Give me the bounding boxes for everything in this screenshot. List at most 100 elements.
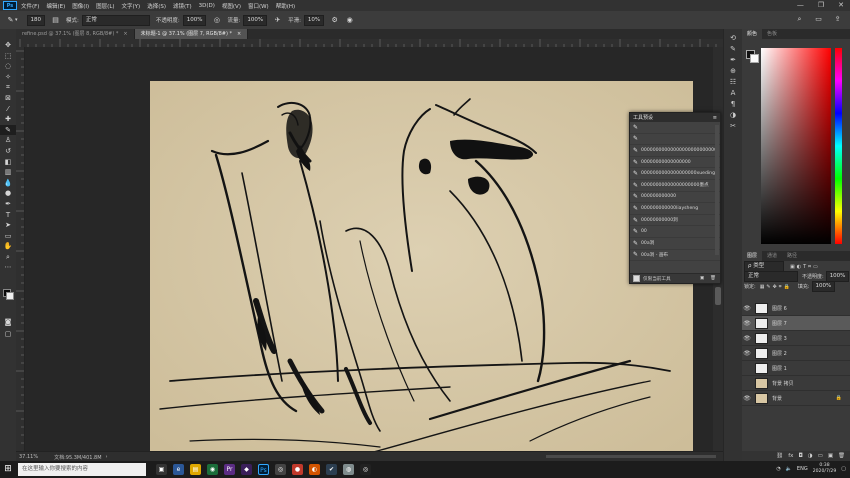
preset-item[interactable]: ✎ 00a洞 <box>630 238 720 250</box>
gear-icon[interactable]: ⚙ <box>330 16 339 25</box>
tab-refine[interactable]: refine.psd @ 37.1% (图层 8, RGB/8#) * × <box>16 29 135 39</box>
preset-item[interactable]: ✎ 00000000000000000000000000 <box>630 145 720 157</box>
opacity-field[interactable]: 100% <box>182 14 207 26</box>
wechat-app-icon[interactable]: ◉ <box>207 464 218 475</box>
app-icon[interactable]: ● <box>292 464 303 475</box>
clone-source-icon[interactable]: ⊕ <box>724 66 742 77</box>
pressure-size-icon[interactable]: ◉ <box>345 16 354 25</box>
horizontal-scrollbar[interactable] <box>546 455 716 458</box>
shape-tool-icon[interactable]: ▭ <box>0 231 16 242</box>
panel-menu-icon[interactable]: ≡ <box>713 115 717 121</box>
menu-file[interactable]: 文件(F) <box>21 2 39 10</box>
preset-item[interactable]: ✎ 000000000000liaysheng <box>630 203 720 215</box>
layer-row[interactable]: 👁 图层 7 <box>742 316 850 331</box>
pen-tool-icon[interactable]: ✒ <box>0 199 16 210</box>
preset-item[interactable]: ✎ <box>630 122 720 134</box>
flow-field[interactable]: 100% <box>243 14 268 26</box>
app-icon[interactable]: ◐ <box>309 464 320 475</box>
color-picker-field[interactable] <box>761 48 831 244</box>
tab-paths[interactable]: 路径 <box>782 251 802 261</box>
history-icon[interactable]: ⟲ <box>724 33 742 44</box>
layer-row[interactable]: 👁 图层 3 <box>742 331 850 346</box>
visibility-eye-icon[interactable]: 👁 <box>742 305 752 312</box>
type-tool-icon[interactable]: T <box>0 210 16 221</box>
delete-layer-icon[interactable]: 🗑 <box>838 453 845 459</box>
preset-item[interactable]: ✎ 00000000000000000 <box>630 157 720 169</box>
layer-row[interactable]: 背景 拷贝 <box>742 376 850 391</box>
more-tools-icon[interactable]: ⋯ <box>0 262 16 273</box>
preset-item[interactable]: ✎ 00a洞 - 画布 <box>630 250 720 262</box>
keyboard-language[interactable]: ENG <box>797 466 808 472</box>
status-menu-icon[interactable]: › <box>106 454 108 460</box>
blur-tool-icon[interactable]: 💧 <box>0 178 16 189</box>
smoothing-field[interactable]: 10% <box>303 14 325 26</box>
preset-item[interactable]: ✎ <box>630 134 720 146</box>
filter-icons[interactable]: ▣◐T⌗▭ <box>790 264 820 270</box>
menu-window[interactable]: 窗口(W) <box>248 2 269 10</box>
pressure-opacity-icon[interactable]: ◎ <box>212 16 221 25</box>
screen-mode-icon[interactable]: ▢ <box>0 329 16 340</box>
app-icon[interactable]: ◎ <box>360 464 371 475</box>
crop-tool-icon[interactable]: ⌗ <box>0 82 16 93</box>
airbrush-icon[interactable]: ✈ <box>273 16 282 25</box>
menu-3d[interactable]: 3D(D) <box>199 3 215 9</box>
blend-mode-select[interactable]: 正常 <box>744 271 798 282</box>
character-icon[interactable]: A <box>724 88 742 99</box>
move-tool-icon[interactable]: ✥ <box>0 40 16 51</box>
lasso-tool-icon[interactable]: ◌ <box>0 61 16 72</box>
menu-view[interactable]: 视图(V) <box>222 2 241 10</box>
lock-icons[interactable]: ▦✎✥⌗🔒 <box>760 284 792 290</box>
task-view-icon[interactable]: ▣ <box>156 464 167 475</box>
preset-item[interactable]: ✎ 00 <box>630 226 720 238</box>
premiere-app-icon[interactable]: Pr <box>224 464 235 475</box>
tab-color[interactable]: 颜色 <box>742 29 763 39</box>
menu-filter[interactable]: 滤镜(T) <box>173 2 192 10</box>
brush-settings-icon[interactable]: ✎ <box>724 44 742 55</box>
visibility-eye-icon[interactable]: 👁 <box>742 395 752 402</box>
background-color-swatch[interactable] <box>6 292 14 300</box>
menu-select[interactable]: 选择(S) <box>147 2 166 10</box>
workspace-icon[interactable]: ▭ <box>814 15 823 24</box>
menu-edit[interactable]: 编辑(E) <box>46 2 65 10</box>
brush-tool-icon[interactable]: ✎ <box>0 124 16 136</box>
network-icon[interactable]: ◔ <box>776 466 780 472</box>
start-button[interactable]: ⊞ <box>0 461 16 478</box>
app-icon[interactable]: ◍ <box>343 464 354 475</box>
link-layers-icon[interactable]: ⛓ <box>776 453 783 459</box>
layer-row[interactable]: 👁 图层 2 <box>742 346 850 361</box>
minimize-button[interactable]: — <box>797 1 804 9</box>
search-icon[interactable]: ⌕ <box>795 15 804 24</box>
close-icon[interactable]: × <box>123 31 127 37</box>
app-icon[interactable]: ◎ <box>275 464 286 475</box>
quick-mask-icon[interactable]: ◙ <box>0 317 16 328</box>
quick-select-tool-icon[interactable]: ✧ <box>0 72 16 83</box>
file-explorer-icon[interactable]: ▤ <box>190 464 201 475</box>
layer-row[interactable]: 👁 图层 6 <box>742 301 850 316</box>
current-tool-checkbox[interactable] <box>633 275 640 282</box>
edge-app-icon[interactable]: e <box>173 464 184 475</box>
menu-type[interactable]: 文字(Y) <box>122 2 141 10</box>
marquee-tool-icon[interactable]: ⬚ <box>0 51 16 62</box>
adjustments-icon[interactable]: ◑ <box>724 110 742 121</box>
app-icon[interactable]: ◆ <box>241 464 252 475</box>
layer-fill-field[interactable]: 100% <box>811 281 836 292</box>
share-icon[interactable]: ⇪ <box>833 15 842 24</box>
background-swatch[interactable] <box>750 54 759 63</box>
hue-slider[interactable] <box>835 48 842 244</box>
scroll-thumb[interactable] <box>715 287 721 305</box>
new-layer-icon[interactable]: ▣ <box>828 453 833 459</box>
notifications-icon[interactable]: ▢ <box>841 466 846 472</box>
tool-presets-icon[interactable]: ✂ <box>724 121 742 132</box>
new-group-icon[interactable]: ▭ <box>818 453 823 459</box>
eraser-tool-icon[interactable]: ◧ <box>0 157 16 168</box>
preset-item[interactable]: ✎ 00000000000000000000墨点 <box>630 180 720 192</box>
restore-button[interactable]: ❐ <box>818 1 824 9</box>
brush-tool-icon[interactable]: ✎ <box>6 16 15 25</box>
layer-mask-icon[interactable]: ◘ <box>798 453 802 459</box>
frame-tool-icon[interactable]: ⊠ <box>0 93 16 104</box>
menu-help[interactable]: 帮助(H) <box>276 2 295 10</box>
menu-layer[interactable]: 图层(L) <box>96 2 114 10</box>
tab-untitled-1[interactable]: 未标题-1 @ 37.1% (图层 7, RGB/8#) * × <box>134 29 249 39</box>
path-select-icon[interactable]: ➤ <box>0 220 16 231</box>
preset-scrollbar[interactable] <box>715 125 719 255</box>
